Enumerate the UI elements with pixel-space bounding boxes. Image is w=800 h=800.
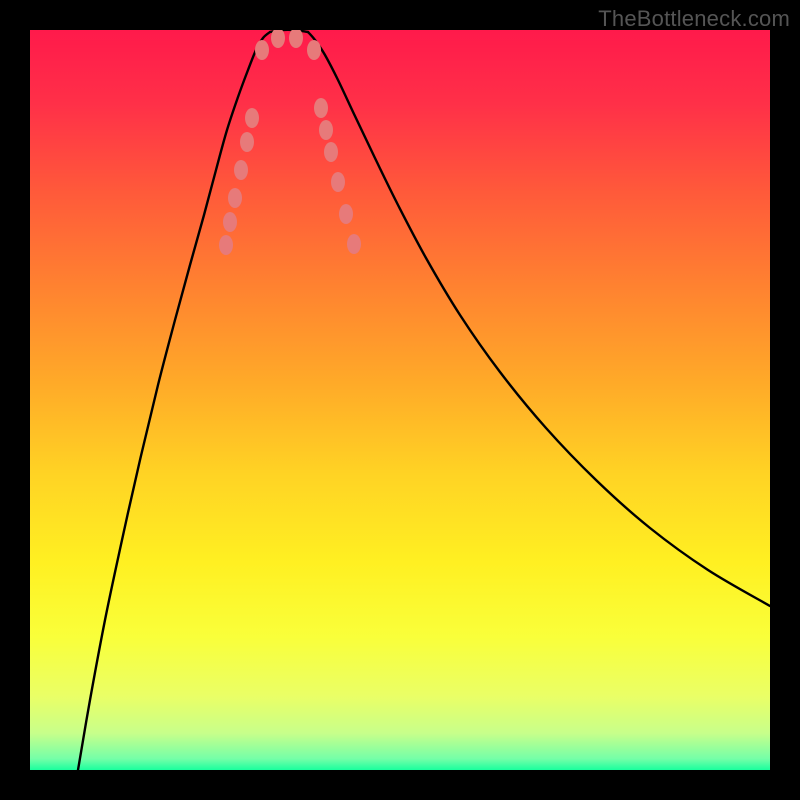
watermark-text: TheBottleneck.com	[598, 6, 790, 32]
marker-point	[228, 188, 242, 208]
marker-point	[240, 132, 254, 152]
marker-point	[347, 234, 361, 254]
bottleneck-chart	[30, 30, 770, 770]
marker-point	[255, 40, 269, 60]
marker-point	[223, 212, 237, 232]
marker-point	[245, 108, 259, 128]
marker-point	[331, 172, 345, 192]
marker-point	[319, 120, 333, 140]
gradient-background	[30, 30, 770, 770]
marker-point	[339, 204, 353, 224]
marker-point	[219, 235, 233, 255]
marker-point	[234, 160, 248, 180]
marker-point	[307, 40, 321, 60]
marker-point	[314, 98, 328, 118]
marker-point	[324, 142, 338, 162]
chart-frame	[30, 30, 770, 770]
